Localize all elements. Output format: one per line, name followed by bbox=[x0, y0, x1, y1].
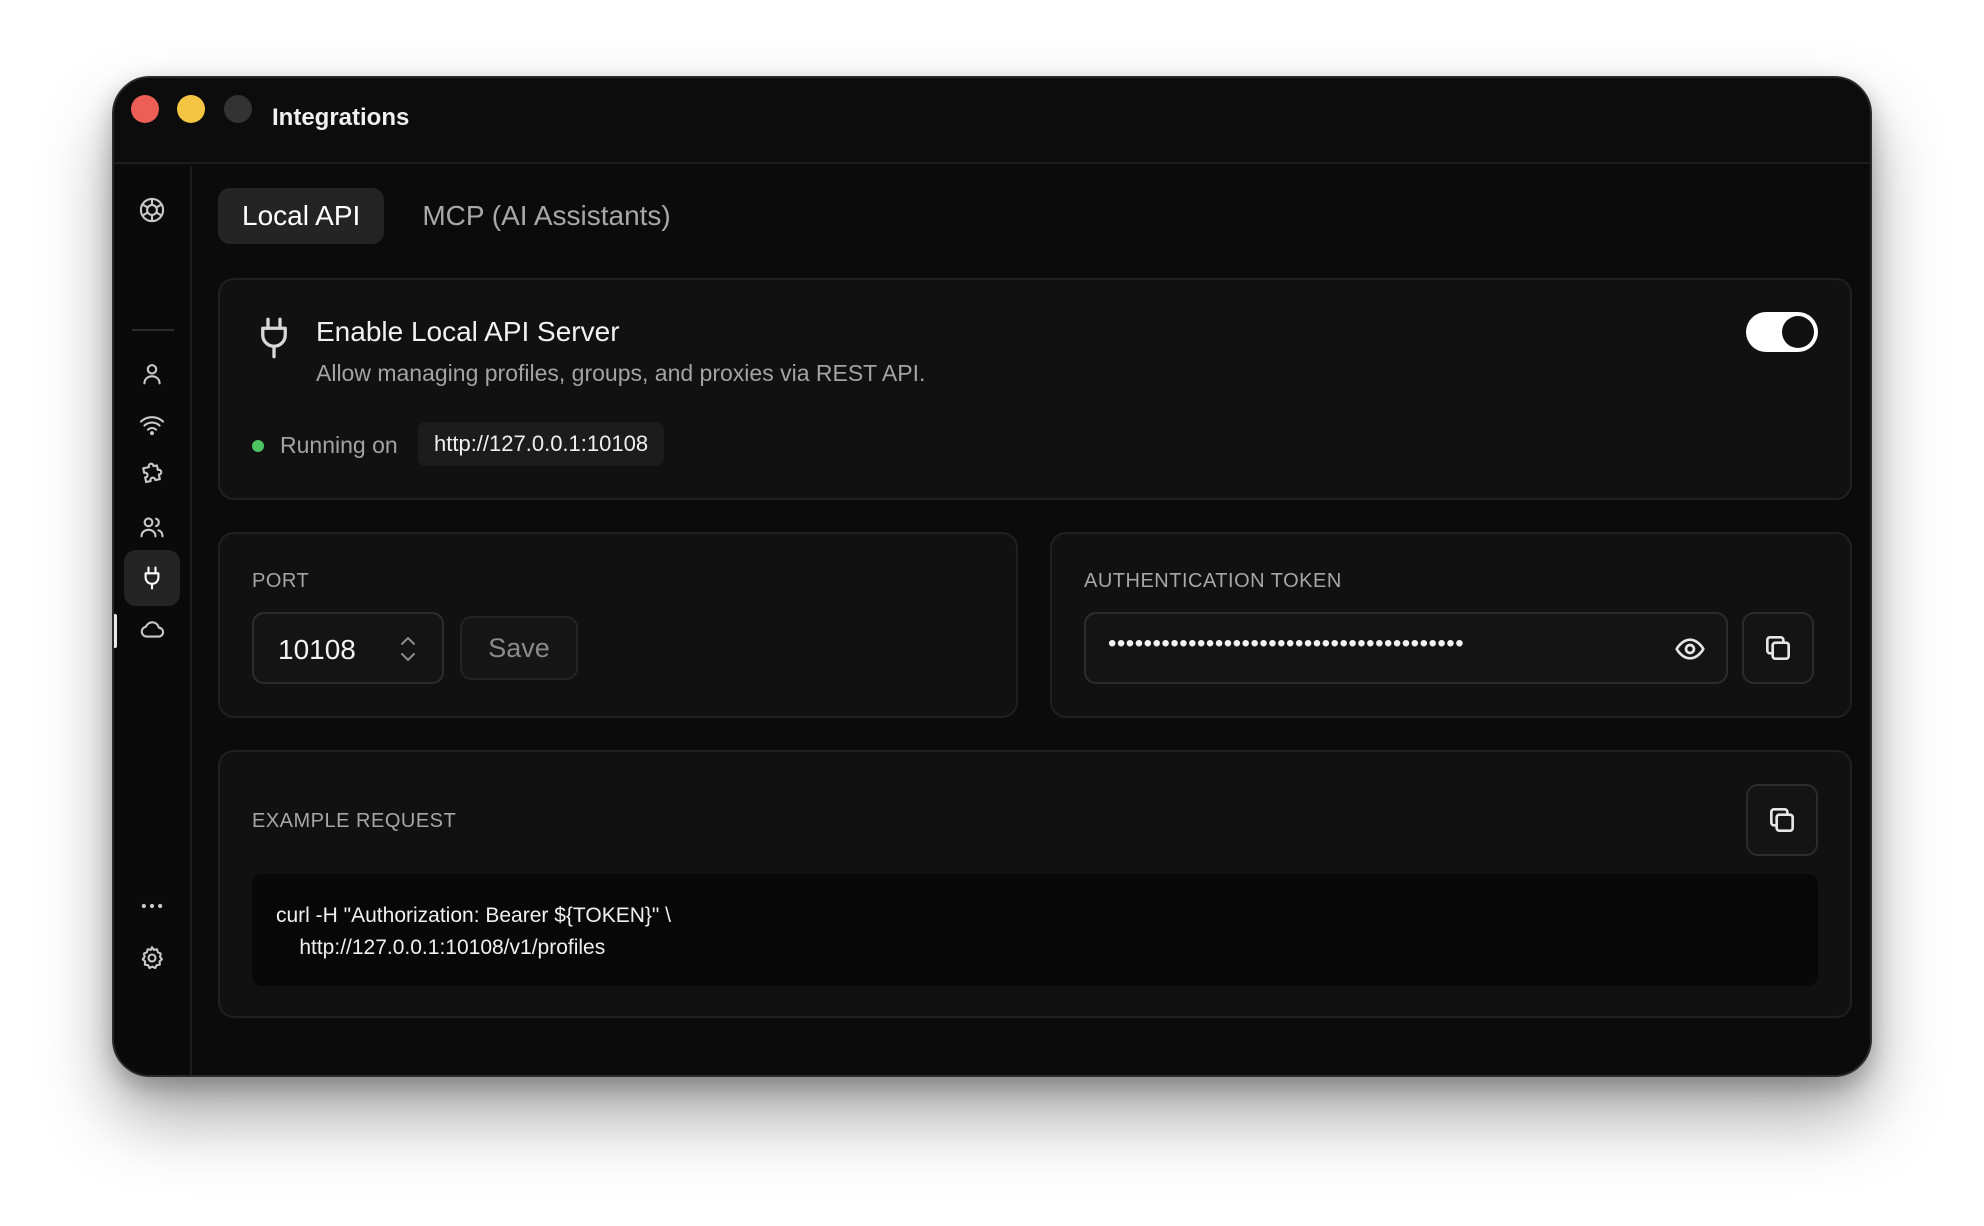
show-token-button[interactable] bbox=[1674, 634, 1706, 664]
plug-icon bbox=[256, 316, 292, 360]
port-value: 10108 bbox=[278, 634, 356, 665]
port-input[interactable]: 10108 bbox=[252, 612, 444, 684]
minimize-window-button[interactable] bbox=[177, 95, 205, 123]
sidebar bbox=[114, 166, 192, 1075]
integrations-window: Integrations Local API MCP (AI Assistant… bbox=[112, 76, 1872, 1077]
example-code-block[interactable]: curl -H "Authorization: Bearer ${TOKEN}"… bbox=[252, 874, 1818, 986]
active-item-indicator bbox=[114, 614, 117, 648]
token-label: AUTHENTICATION TOKEN bbox=[1084, 570, 1342, 592]
sidebar-item-cloud[interactable] bbox=[124, 601, 180, 657]
sidebar-item-profiles[interactable] bbox=[124, 346, 180, 402]
plug-icon bbox=[144, 566, 160, 590]
chevron-up-down-icon bbox=[401, 637, 415, 661]
code-line: http://127.0.0.1:10108/v1/profiles bbox=[276, 936, 606, 959]
code-line: curl -H "Authorization: Bearer ${TOKEN}"… bbox=[276, 904, 672, 927]
sidebar-item-proxies[interactable] bbox=[124, 397, 180, 453]
server-url[interactable]: http://127.0.0.1:10108 bbox=[418, 422, 665, 466]
puzzle-icon bbox=[142, 462, 163, 484]
close-window-button[interactable] bbox=[131, 95, 159, 123]
port-label: PORT bbox=[252, 570, 310, 592]
enable-server-description: Allow managing profiles, groups, and pro… bbox=[316, 360, 926, 386]
status-label: Running on bbox=[280, 432, 398, 458]
token-card: AUTHENTICATION TOKEN •••••••••••••••••••… bbox=[1050, 532, 1852, 718]
sidebar-item-groups[interactable] bbox=[124, 499, 180, 555]
sidebar-more-button[interactable] bbox=[124, 878, 180, 934]
wifi-icon bbox=[139, 416, 165, 436]
copy-example-button[interactable] bbox=[1746, 784, 1818, 856]
more-icon bbox=[141, 903, 163, 909]
enable-server-title: Enable Local API Server bbox=[316, 316, 620, 347]
cloud-icon bbox=[140, 621, 165, 638]
sidebar-item-extensions[interactable] bbox=[124, 448, 180, 504]
port-card: PORT 10108 Save bbox=[218, 532, 1018, 718]
toggle-knob bbox=[1782, 316, 1814, 348]
example-request-label: EXAMPLE REQUEST bbox=[252, 810, 457, 832]
app-logo-icon-glyph bbox=[139, 197, 165, 223]
status-dot bbox=[252, 440, 264, 452]
app-logo-icon[interactable] bbox=[124, 182, 180, 238]
copy-icon bbox=[1766, 636, 1790, 660]
zoom-window-button[interactable] bbox=[224, 95, 252, 123]
user-icon bbox=[143, 364, 161, 385]
sidebar-settings-button[interactable] bbox=[124, 930, 180, 986]
enable-server-card: Enable Local API Server Allow managing p… bbox=[218, 278, 1852, 500]
copy-icon bbox=[1770, 808, 1794, 832]
copy-token-button[interactable] bbox=[1742, 612, 1814, 684]
users-icon bbox=[140, 517, 164, 538]
token-masked-value: •••••••••••••••••••••••••••••••••••••••• bbox=[1108, 630, 1465, 657]
sidebar-divider bbox=[132, 329, 174, 331]
gear-icon bbox=[141, 946, 163, 970]
save-port-button[interactable]: Save bbox=[460, 616, 578, 680]
tab-local-api[interactable]: Local API bbox=[218, 188, 385, 244]
eye-icon bbox=[1675, 638, 1705, 660]
sidebar-item-integrations[interactable] bbox=[124, 550, 180, 606]
tab-bar: Local API MCP (AI Assistants) bbox=[218, 188, 695, 244]
tab-mcp[interactable]: MCP (AI Assistants) bbox=[398, 188, 694, 244]
title-bar: Integrations bbox=[114, 78, 1870, 164]
token-field[interactable]: •••••••••••••••••••••••••••••••••••••••• bbox=[1084, 612, 1728, 684]
window-title: Integrations bbox=[272, 104, 410, 131]
enable-server-toggle[interactable] bbox=[1746, 312, 1818, 352]
port-stepper[interactable] bbox=[398, 632, 418, 666]
example-request-card: EXAMPLE REQUEST curl -H "Authorization: … bbox=[218, 750, 1852, 1018]
